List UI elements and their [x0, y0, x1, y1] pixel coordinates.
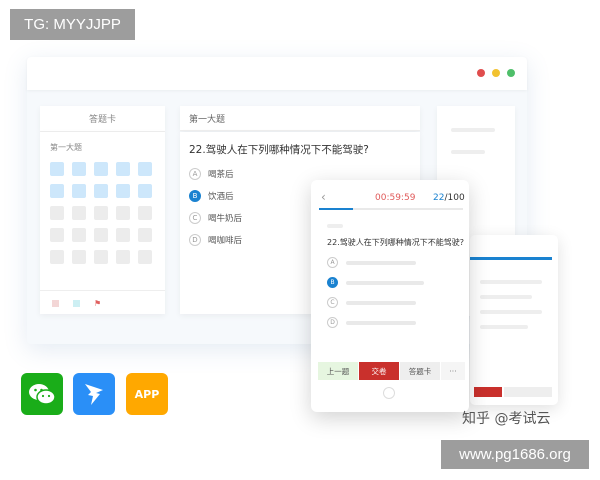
- window-titlebar: [27, 57, 527, 90]
- answer-cell[interactable]: [72, 228, 86, 242]
- option-letter: B: [189, 190, 201, 202]
- option-text: 饮酒后: [208, 192, 234, 202]
- option-d[interactable]: D 喝咖啡后: [189, 234, 242, 246]
- phone-question-title: 22.驾驶人在下列哪种情况下不能驾驶?: [327, 238, 464, 247]
- answer-cell[interactable]: [138, 162, 152, 176]
- answer-cell[interactable]: [72, 184, 86, 198]
- answer-cell[interactable]: [94, 250, 108, 264]
- submit-exam-button[interactable]: 交卷: [359, 362, 399, 380]
- more-icon[interactable]: ···: [441, 362, 465, 380]
- option-placeholder: [346, 300, 416, 305]
- phone-option-c[interactable]: C: [327, 297, 416, 308]
- tablet-submit-button[interactable]: [474, 387, 502, 397]
- answer-cell[interactable]: [72, 206, 86, 220]
- option-letter: A: [189, 168, 201, 180]
- exam-timer: 00:59:59: [375, 193, 416, 203]
- answer-cell[interactable]: [138, 250, 152, 264]
- option-letter: D: [189, 234, 201, 246]
- phone-option-a[interactable]: A: [327, 257, 416, 268]
- option-a[interactable]: A 喝茶后: [189, 168, 234, 180]
- answer-cell[interactable]: [94, 162, 108, 176]
- answer-cell[interactable]: [50, 162, 64, 176]
- dingtalk-icon[interactable]: [73, 373, 115, 415]
- option-c[interactable]: C 喝牛奶后: [189, 212, 242, 224]
- answer-cell[interactable]: [138, 228, 152, 242]
- watermark-badge: TG: MYYJJPP: [10, 9, 135, 40]
- option-b[interactable]: B 饮酒后: [189, 190, 234, 202]
- answer-cell[interactable]: [116, 184, 130, 198]
- answer-cell[interactable]: [94, 184, 108, 198]
- question-title: 22.驾驶人在下列哪种情况下不能驾驶?: [189, 144, 369, 156]
- home-button-icon[interactable]: [383, 387, 395, 399]
- divider: [40, 290, 165, 291]
- phone-option-d[interactable]: D: [327, 317, 416, 328]
- question-section-header: 第一大题: [180, 106, 420, 131]
- empty-square-icon: [52, 300, 59, 307]
- url-watermark: www.pg1686.org: [441, 440, 589, 469]
- close-dot-icon[interactable]: [477, 69, 485, 77]
- minimize-dot-icon[interactable]: [492, 69, 500, 77]
- counter-current: 22: [433, 193, 445, 203]
- answer-cell[interactable]: [50, 228, 64, 242]
- answer-card-panel: 第一大题 ⚑: [40, 132, 165, 314]
- option-letter: A: [327, 257, 338, 268]
- answer-cell[interactable]: [94, 228, 108, 242]
- answer-cell[interactable]: [72, 250, 86, 264]
- option-letter: B: [327, 277, 338, 288]
- answer-card-button[interactable]: 答题卡: [400, 362, 440, 380]
- option-placeholder: [346, 280, 424, 285]
- phone-option-b[interactable]: B: [327, 277, 424, 288]
- back-icon[interactable]: ‹: [321, 190, 326, 204]
- answer-cell[interactable]: [138, 206, 152, 220]
- zhihu-watermark: 知乎 @考试云: [462, 411, 551, 427]
- placeholder-line: [480, 295, 532, 299]
- flag-icon: ⚑: [94, 299, 102, 308]
- placeholder-line: [480, 325, 528, 329]
- option-text: 喝茶后: [208, 170, 234, 180]
- placeholder-line: [451, 150, 485, 154]
- answer-cell[interactable]: [116, 206, 130, 220]
- tablet-progress-bar: [470, 257, 552, 260]
- answer-card-section: 第一大题: [50, 143, 82, 152]
- wechat-icon[interactable]: [21, 373, 63, 415]
- option-text: 喝牛奶后: [208, 214, 243, 224]
- placeholder-line: [480, 310, 542, 314]
- answer-cell[interactable]: [138, 184, 152, 198]
- tablet-card-button[interactable]: [504, 387, 552, 397]
- answered-square-icon: [73, 300, 80, 307]
- option-placeholder: [346, 320, 416, 325]
- option-letter: D: [327, 317, 338, 328]
- option-placeholder: [346, 260, 416, 265]
- placeholder-line: [451, 128, 495, 132]
- tablet-preview: [470, 235, 558, 405]
- option-text: 喝咖啡后: [208, 236, 243, 246]
- answer-cell[interactable]: [94, 206, 108, 220]
- answer-cell[interactable]: [116, 228, 130, 242]
- question-counter: 22/100: [433, 193, 465, 203]
- progress-fill: [319, 208, 353, 210]
- placeholder-line: [480, 280, 542, 284]
- option-letter: C: [189, 212, 201, 224]
- answer-cell[interactable]: [50, 184, 64, 198]
- answer-card-title: 答题卡: [40, 106, 165, 132]
- answer-cell[interactable]: [72, 162, 86, 176]
- answer-cell[interactable]: [50, 206, 64, 220]
- app-icon[interactable]: APP: [126, 373, 168, 415]
- answer-cell[interactable]: [116, 250, 130, 264]
- maximize-dot-icon[interactable]: [507, 69, 515, 77]
- placeholder-line: [327, 224, 343, 228]
- counter-total: /100: [444, 193, 465, 203]
- option-letter: C: [327, 297, 338, 308]
- answer-cell[interactable]: [116, 162, 130, 176]
- answer-cell[interactable]: [50, 250, 64, 264]
- prev-question-button[interactable]: 上一题: [318, 362, 358, 380]
